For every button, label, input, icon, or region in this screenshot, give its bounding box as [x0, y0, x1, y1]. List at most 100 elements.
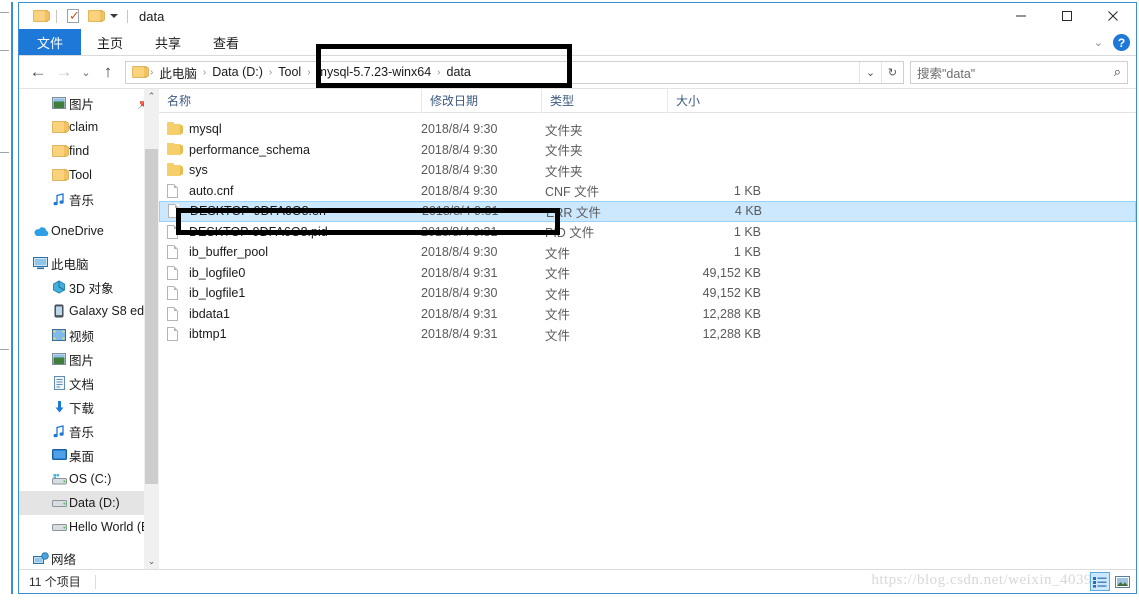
sidebar-item-os-c[interactable]: OS (C:): [19, 467, 159, 491]
file-date: 2018/8/4 9:30: [421, 142, 498, 157]
sidebar-item-music[interactable]: 音乐: [19, 419, 159, 443]
file-type: 文件: [545, 287, 571, 302]
sidebar-item-downloads[interactable]: 下载: [19, 395, 159, 419]
address-dropdown-icon[interactable]: ⌄: [859, 61, 881, 83]
tab-home[interactable]: 主页: [81, 29, 139, 55]
sidebar-item-this-pc[interactable]: 此电脑: [19, 251, 159, 275]
back-button[interactable]: ←: [25, 59, 51, 85]
folder-icon[interactable]: [29, 6, 51, 26]
sidebar-item-tool[interactable]: Tool: [19, 163, 159, 187]
file-size: 12,288 KB: [702, 327, 761, 342]
file-date: 2018/8/4 9:31: [421, 265, 498, 280]
this-pc-icon: [31, 256, 51, 270]
table-row[interactable]: auto.cnf 2018/8/4 9:30 CNF 文件 1 KB: [159, 181, 1136, 202]
divider: [94, 574, 96, 589]
breadcrumb-item-tool[interactable]: Tool: [273, 65, 306, 79]
table-row[interactable]: ibdata1 2018/8/4 9:31 文件 12,288 KB: [159, 304, 1136, 325]
breadcrumb-item-data[interactable]: data: [442, 65, 476, 79]
explorer-window: ✓ data 文件 主页 共享 查看 ⌄ ? ← → ⌄ ↑ › 此电脑 › D…: [18, 2, 1137, 594]
sidebar-item-data-d[interactable]: Data (D:): [19, 491, 159, 515]
address-bar[interactable]: › 此电脑 › Data (D:) › Tool › mysql-5.7.23-…: [125, 60, 904, 84]
sidebar-item-label: OneDrive: [51, 224, 104, 238]
sidebar-item-documents[interactable]: 文档: [19, 371, 159, 395]
edge-tick: [0, 12, 9, 13]
minimize-button[interactable]: [998, 3, 1044, 29]
close-button[interactable]: [1090, 3, 1136, 29]
forward-button[interactable]: →: [51, 59, 77, 85]
search-input[interactable]: 搜索"data" ⌕: [910, 60, 1128, 84]
file-type: 文件夹: [545, 144, 583, 159]
sidebar-scrollbar[interactable]: ⌃ ⌄: [144, 89, 159, 569]
tab-view[interactable]: 查看: [197, 29, 255, 55]
file-date: 2018/8/4 9:31: [421, 327, 498, 342]
sidebar-item-galaxy-s8-edge[interactable]: Galaxy S8 edge: [19, 299, 159, 323]
sidebar-item-hello-world-e[interactable]: Hello World (E:: [19, 515, 159, 539]
column-header-date[interactable]: 修改日期: [421, 88, 541, 113]
table-row[interactable]: sys 2018/8/4 9:30 文件夹: [159, 160, 1136, 181]
file-name: DESKTOP-9DFA6O8.pid: [189, 224, 328, 239]
sidebar-item-onedrive[interactable]: OneDrive: [19, 219, 159, 243]
properties-icon[interactable]: ✓: [62, 6, 84, 26]
sidebar-item-pictures-quick[interactable]: 图片 📌: [19, 91, 159, 115]
sidebar-item-label: 桌面: [69, 449, 95, 464]
file-name: ibtmp1: [189, 327, 227, 342]
drive-icon: [49, 498, 69, 508]
maximize-button[interactable]: [1044, 3, 1090, 29]
column-header-type[interactable]: 类型: [541, 88, 667, 113]
folder-icon: [167, 142, 189, 156]
phone-icon: [49, 304, 69, 318]
breadcrumb-item-this-pc[interactable]: 此电脑: [154, 63, 202, 82]
sidebar-item-3d-objects[interactable]: 3D 对象: [19, 275, 159, 299]
help-icon[interactable]: ?: [1113, 34, 1130, 51]
chevron-down-icon[interactable]: ⌄: [1094, 36, 1103, 49]
table-row[interactable]: ib_buffer_pool 2018/8/4 9:30 文件 1 KB: [159, 242, 1136, 263]
large-icons-view-button[interactable]: [1112, 572, 1132, 591]
file-type: ERR 文件: [546, 205, 601, 220]
file-icon: [168, 204, 190, 219]
breadcrumb-item-mysql[interactable]: mysql-5.7.23-winx64: [312, 65, 437, 79]
table-row[interactable]: performance_schema 2018/8/4 9:30 文件夹: [159, 140, 1136, 161]
table-row[interactable]: DESKTOP-9DFA6O8.pid 2018/8/4 9:31 PID 文件…: [159, 222, 1136, 243]
table-row-selected[interactable]: DESKTOP-9DFA6O8.err 2018/8/4 9:31 ERR 文件…: [159, 201, 1136, 222]
sidebar-item-music-quick[interactable]: 音乐: [19, 187, 159, 211]
up-button[interactable]: ↑: [95, 59, 121, 85]
table-row[interactable]: mysql 2018/8/4 9:30 文件夹: [159, 119, 1136, 140]
nav-list: 图片 📌 claim find Tool: [19, 89, 159, 569]
recent-locations-button[interactable]: ⌄: [77, 59, 95, 85]
sidebar-item-pictures[interactable]: 图片: [19, 347, 159, 371]
sidebar-item-videos[interactable]: 视频: [19, 323, 159, 347]
column-header-size[interactable]: 大小: [667, 88, 769, 113]
3d-objects-icon: [49, 280, 69, 294]
column-header-name[interactable]: 名称: [159, 89, 421, 113]
divider: [56, 9, 57, 23]
sidebar-item-label: claim: [69, 120, 99, 134]
table-row[interactable]: ibtmp1 2018/8/4 9:31 文件 12,288 KB: [159, 324, 1136, 345]
file-name-cell: performance_schema: [159, 142, 421, 157]
refresh-icon[interactable]: ↻: [881, 61, 903, 83]
view-toggle-group: [1090, 572, 1132, 591]
scroll-down-icon[interactable]: ⌄: [144, 554, 159, 569]
sidebar-item-find[interactable]: find: [19, 139, 159, 163]
sidebar-item-claim[interactable]: claim: [19, 115, 159, 139]
scroll-up-icon[interactable]: ⌃: [144, 89, 159, 104]
folder-icon: [49, 121, 69, 133]
tab-share[interactable]: 共享: [139, 29, 197, 55]
music-icon: [49, 424, 69, 438]
status-bar: 11 个项目 https://blog.csdn.net/weixin_4039: [19, 569, 1136, 593]
watermark-text: https://blog.csdn.net/weixin_4039: [871, 572, 1092, 588]
breadcrumb-item-data-d[interactable]: Data (D:): [207, 65, 268, 79]
table-row[interactable]: ib_logfile1 2018/8/4 9:30 文件 49,152 KB: [159, 283, 1136, 304]
sidebar-item-label: Tool: [69, 168, 92, 182]
customize-caret-icon[interactable]: [106, 6, 122, 26]
new-folder-icon[interactable]: [84, 6, 106, 26]
sidebar-item-label: 图片: [69, 353, 95, 368]
table-row[interactable]: ib_logfile0 2018/8/4 9:31 文件 49,152 KB: [159, 263, 1136, 284]
sidebar-item-desktop[interactable]: 桌面: [19, 443, 159, 467]
pictures-icon: [49, 353, 69, 365]
item-count: 11 个项目: [29, 575, 81, 589]
details-view-button[interactable]: [1090, 572, 1110, 591]
sidebar-item-network[interactable]: 网络: [19, 546, 159, 569]
scrollbar-thumb[interactable]: [145, 149, 158, 484]
file-list-pane: 名称 修改日期 类型 大小 mysql 2018/8/4 9:30 文件夹 pe…: [159, 88, 1136, 569]
tab-file[interactable]: 文件: [19, 29, 82, 55]
